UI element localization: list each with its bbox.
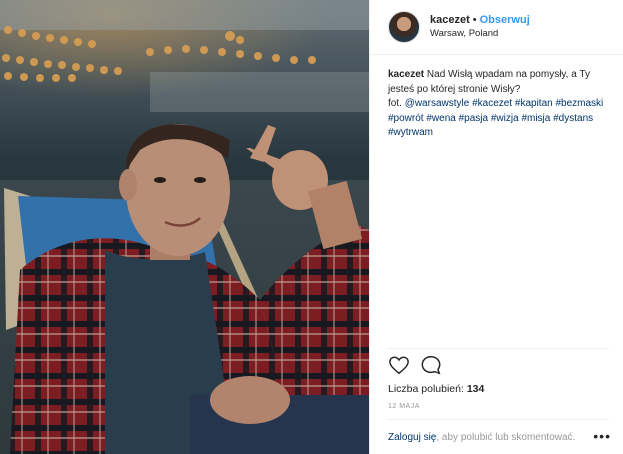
post-date: 12 MAJA	[388, 403, 420, 410]
header-row: kacezet • Obserwuj	[430, 13, 530, 27]
hashtag-link[interactable]: #pasja	[459, 113, 488, 124]
hashtag-link[interactable]: #bezmaski	[555, 98, 603, 109]
heart-icon[interactable]	[388, 354, 410, 376]
action-bar	[388, 354, 442, 376]
hashtag-link[interactable]: #misja	[521, 113, 550, 124]
divider	[388, 419, 609, 420]
likes-number[interactable]: 134	[467, 383, 485, 395]
post-sidebar: kacezet • Obserwuj Warsaw, Poland kacezet …	[369, 0, 623, 454]
portrait-photo	[0, 0, 369, 454]
location-link[interactable]: Warsaw, Poland	[430, 27, 530, 41]
login-link[interactable]: Zaloguj się	[388, 432, 436, 443]
username-link[interactable]: kacezet	[430, 14, 470, 26]
caption-mention[interactable]: @warsawstyle	[405, 98, 470, 109]
separator-dot: •	[472, 14, 477, 26]
caption-username[interactable]: kacezet	[388, 69, 424, 80]
more-options-icon[interactable]: •••	[593, 428, 611, 444]
login-prompt: Zaloguj się, aby polubić lub skomentować…	[388, 432, 612, 443]
comment-icon[interactable]	[420, 354, 442, 376]
hashtag-link[interactable]: #kacezet	[472, 98, 512, 109]
header-info: kacezet • Obserwuj Warsaw, Poland	[430, 13, 530, 41]
hashtag-link[interactable]: #wena	[426, 113, 455, 124]
post-photo[interactable]	[0, 0, 369, 454]
hashtag-link[interactable]: #kapitan	[515, 98, 553, 109]
post-caption: kacezet Nad Wisłą wpadam na pomysły, a T…	[388, 68, 608, 141]
caption-credit-prefix: fot.	[388, 98, 402, 109]
avatar[interactable]	[388, 11, 420, 43]
hashtag-link[interactable]: #wytrwam	[388, 127, 433, 138]
hashtag-link[interactable]: #dystans	[553, 113, 593, 124]
likes-count: Liczba polubień: 134	[388, 383, 484, 395]
likes-label: Liczba polubień:	[388, 383, 464, 395]
divider	[388, 348, 609, 349]
instagram-post: kacezet • Obserwuj Warsaw, Poland kacezet …	[0, 0, 623, 454]
hashtag-link[interactable]: #wizja	[491, 113, 519, 124]
follow-button[interactable]: Obserwuj	[480, 14, 530, 26]
post-header: kacezet • Obserwuj Warsaw, Poland	[370, 0, 623, 55]
hashtag-link[interactable]: #powrót	[388, 113, 424, 124]
login-prompt-text: , aby polubić lub skomentować.	[436, 432, 576, 443]
